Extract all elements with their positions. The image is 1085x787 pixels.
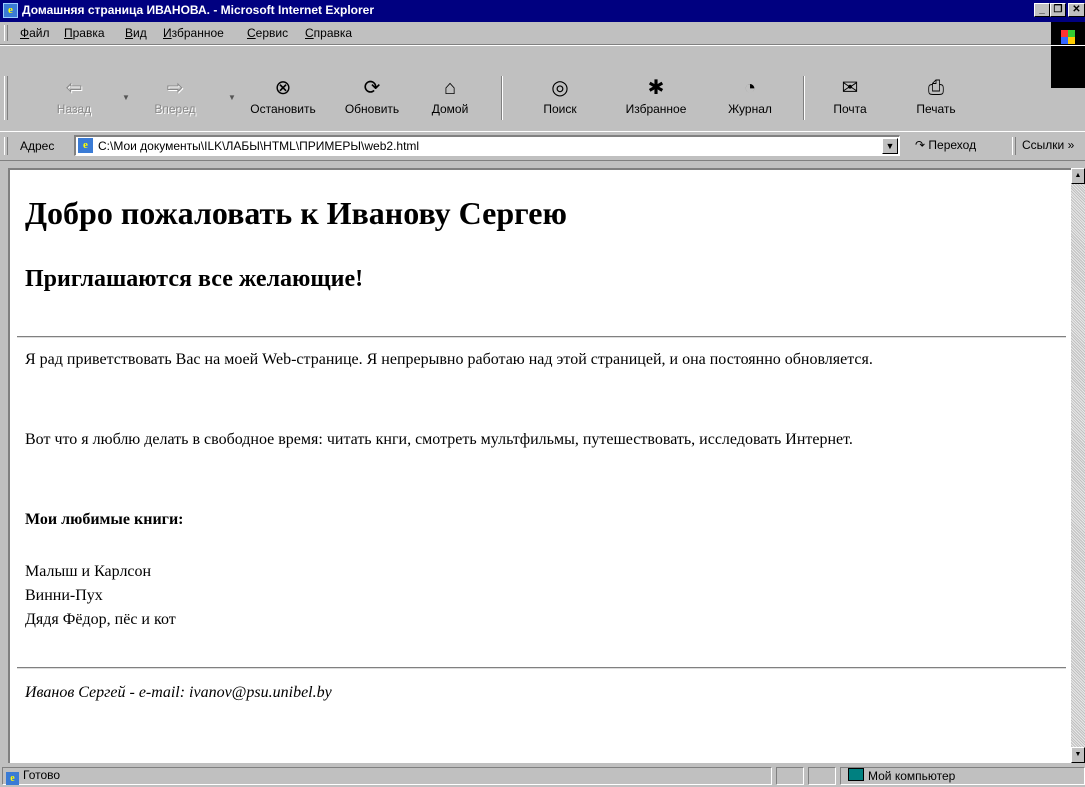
mail-icon: ✉: [841, 77, 859, 99]
favorites-icon: ✱: [647, 77, 665, 99]
menu-view[interactable]: Вид: [125, 26, 147, 40]
address-grip[interactable]: [4, 137, 8, 155]
home-button[interactable]: ⌂ Домой: [420, 76, 480, 124]
status-bar: e Готово Мой компьютер: [0, 765, 1085, 787]
links-label: Ссылки: [1022, 138, 1065, 152]
print-button[interactable]: ⎙ Печать: [906, 76, 966, 124]
page-icon: e: [78, 138, 93, 153]
hobbies-paragraph: Вот что я люблю делать в свободное время…: [25, 431, 853, 448]
favorites-label: Избранное: [625, 102, 687, 116]
title-bar[interactable]: e Домашняя страница ИВАНОВА. - Microsoft…: [0, 0, 1085, 22]
window-title: Домашняя страница ИВАНОВА. - Microsoft I…: [22, 3, 375, 17]
address-label: Адрес: [20, 139, 55, 153]
book-item: Винни-Пух: [25, 587, 103, 604]
page-subheading: Приглашаются все желающие!: [25, 266, 364, 292]
back-button[interactable]: ⇦ Назад: [44, 76, 104, 124]
menu-tools[interactable]: Сервис: [247, 26, 288, 40]
menu-favorites[interactable]: Избранное: [163, 26, 224, 40]
menu-edit[interactable]: Правка: [64, 26, 105, 40]
stop-icon: ⊗: [274, 77, 292, 99]
page-content: Добро пожаловать к Иванову Сергею Пригла…: [8, 168, 1071, 763]
menu-help[interactable]: Справка: [305, 26, 352, 40]
books-list: Малыш и Карлсон Винни-Пух Дядя Фёдор, пё…: [25, 560, 176, 632]
favorites-button[interactable]: ✱ Избранное: [613, 76, 699, 124]
toolbar-grip[interactable]: [4, 76, 8, 120]
go-label: Переход: [928, 138, 977, 152]
books-heading: Мои любимые книги:: [25, 511, 184, 528]
mail-label: Почта: [833, 102, 867, 116]
status-panel-main: [2, 767, 772, 785]
back-icon: ⇦: [65, 77, 83, 99]
address-input[interactable]: e C:\Мои документы\ILK\ЛАБЫ\HTML\ПРИМЕРЫ…: [74, 135, 900, 156]
address-dropdown-icon[interactable]: ▼: [882, 138, 898, 154]
forward-icon: ⇨: [166, 77, 184, 99]
maximize-button[interactable]: ❐: [1050, 3, 1066, 17]
stop-button[interactable]: ⊗ Остановить: [240, 76, 326, 124]
footer-email: ivanov@psu.unibel.by: [189, 684, 332, 701]
vertical-scrollbar[interactable]: ▲ ▼: [1071, 168, 1085, 763]
book-item: Дядя Фёдор, пёс и кот: [25, 611, 176, 628]
print-label: Печать: [916, 102, 956, 116]
ie-logo-icon[interactable]: e: [3, 3, 18, 18]
footer-name: Иванов Сергей - e-mail:: [25, 684, 190, 701]
status-text: e Готово: [6, 768, 60, 785]
address-bar: Адрес e C:\Мои документы\ILK\ЛАБЫ\HTML\П…: [0, 131, 1085, 161]
scroll-up-button[interactable]: ▲: [1071, 168, 1085, 184]
address-value[interactable]: C:\Мои документы\ILK\ЛАБЫ\HTML\ПРИМЕРЫ\w…: [98, 139, 419, 153]
status-panel: [808, 767, 836, 785]
scroll-down-button[interactable]: ▼: [1071, 747, 1085, 763]
page-icon: e: [6, 772, 19, 785]
print-icon: ⎙: [928, 77, 944, 99]
menu-file[interactable]: Файл: [20, 26, 50, 40]
refresh-button[interactable]: ⟳ Обновить: [340, 76, 404, 124]
footer-contact: Иванов Сергей - e-mail: ivanov@psu.unibe…: [25, 684, 332, 702]
back-dropdown-icon[interactable]: ▼: [122, 93, 130, 102]
search-button[interactable]: ◎ Поиск: [530, 76, 590, 124]
chevron-right-icon: »: [1067, 138, 1075, 152]
menu-bar: Файл Правка Вид Избранное Сервис Справка: [0, 22, 1085, 45]
status-panel: [776, 767, 804, 785]
menu-grip[interactable]: [4, 25, 8, 41]
intro-paragraph: Я рад приветствовать Вас на моей Web-стр…: [25, 351, 873, 368]
refresh-label: Обновить: [344, 102, 400, 116]
toolbar-separator: [803, 76, 805, 120]
search-icon: ◎: [551, 77, 569, 99]
history-button[interactable]: ◔ Журнал: [715, 76, 785, 124]
links-grip[interactable]: [1012, 137, 1016, 155]
toolbar-separator: [501, 76, 503, 120]
computer-icon: [848, 768, 864, 781]
links-button[interactable]: Ссылки »: [1022, 138, 1074, 152]
zone-text: Мой компьютер: [848, 768, 955, 783]
stop-label: Остановить: [250, 102, 316, 116]
home-label: Домой: [431, 102, 469, 116]
home-icon: ⌂: [443, 77, 457, 99]
refresh-icon: ⟳: [363, 77, 381, 99]
history-icon: ◔: [743, 77, 757, 99]
close-button[interactable]: ✕: [1068, 3, 1085, 17]
divider: [17, 667, 1066, 669]
forward-dropdown-icon[interactable]: ▼: [228, 93, 236, 102]
search-label: Поиск: [543, 102, 577, 116]
standard-toolbar: ⇦ Назад ▼ ⇨ Вперед ▼ ⊗ Остановить ⟳ Обно…: [0, 45, 1085, 132]
back-label: Назад: [56, 102, 92, 116]
go-arrow-icon: ↷: [915, 138, 926, 152]
divider: [17, 336, 1066, 338]
history-label: Журнал: [728, 102, 772, 116]
ie-window: e Домашняя страница ИВАНОВА. - Microsoft…: [0, 0, 1085, 787]
mail-button[interactable]: ✉ Почта: [820, 76, 880, 124]
book-item: Малыш и Карлсон: [25, 563, 152, 580]
page-heading: Добро пожаловать к Иванову Сергею: [25, 195, 567, 231]
minimize-button[interactable]: _: [1034, 3, 1050, 17]
forward-button[interactable]: ⇨ Вперед: [140, 76, 210, 124]
forward-label: Вперед: [154, 102, 196, 116]
go-button[interactable]: ↷ Переход: [915, 138, 976, 152]
